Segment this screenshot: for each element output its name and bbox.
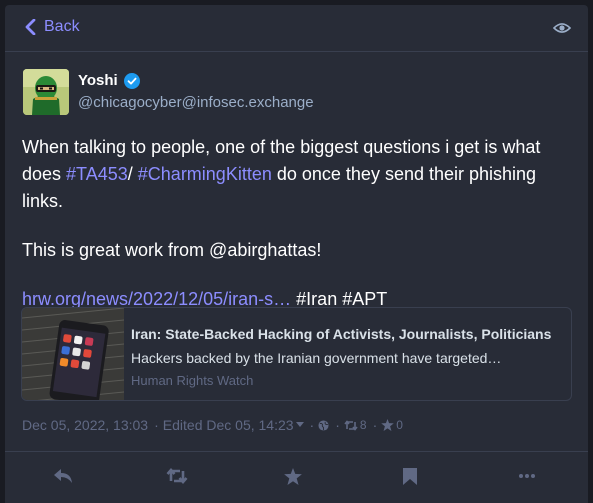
separator-dot: · <box>335 417 340 433</box>
avatar[interactable] <box>23 69 69 115</box>
card-title: Iran: State-Backed Hacking of Activists,… <box>131 326 552 342</box>
column-header: Back <box>5 5 588 51</box>
edited-label[interactable]: Edited Dec 05, 14:23 <box>163 417 294 433</box>
hashtag-link[interactable]: #Iran <box>296 289 337 309</box>
content-paragraph-2: This is great work from @abirghattas! <box>22 237 577 264</box>
text: This is great work from <box>22 240 210 260</box>
hashtag-link[interactable]: #CharmingKitten <box>138 164 272 184</box>
text: / <box>127 164 138 184</box>
status-panel: Back Yoshi @chicagocyber@infosec.exchang… <box>5 5 588 503</box>
separator-dot: · <box>309 417 315 433</box>
link-preview-card[interactable]: Iran: State-Backed Hacking of Activists,… <box>21 307 572 401</box>
card-description: Hackers backed by the Iranian government… <box>131 350 502 366</box>
bookmark-icon[interactable] <box>403 468 417 485</box>
author-name-row[interactable]: Yoshi <box>78 72 140 89</box>
separator-dot: · <box>154 417 159 433</box>
status-date[interactable]: Dec 05, 2022, 13:03 <box>22 417 148 433</box>
boost-count: 8 <box>359 418 367 432</box>
back-button[interactable]: Back <box>25 18 80 36</box>
eye-icon[interactable] <box>553 22 571 34</box>
status-content: When talking to people, one of the bigge… <box>22 134 577 335</box>
favourite-count: 0 <box>396 418 403 432</box>
card-body: Iran: State-Backed Hacking of Activists,… <box>131 326 561 388</box>
hashtag-link[interactable]: #APT <box>342 289 387 309</box>
display-name[interactable]: Yoshi <box>78 72 118 89</box>
card-provider: Human Rights Watch <box>131 373 254 388</box>
boost-icon <box>344 419 358 431</box>
globe-icon <box>318 419 329 431</box>
hashtag-link[interactable]: #TA453 <box>66 164 128 184</box>
external-link[interactable]: hrw.org/news/2022/12/05/iran-s… <box>22 289 291 309</box>
author-handle[interactable]: @chicagocyber@infosec.exchange <box>78 94 314 111</box>
header-divider <box>5 51 588 52</box>
status-meta: Dec 05, 2022, 13:03 · Edited Dec 05, 14:… <box>22 417 405 433</box>
caret-down-icon[interactable] <box>295 422 304 428</box>
verified-badge-icon <box>123 72 140 89</box>
star-icon <box>381 419 395 431</box>
back-label: Back <box>44 18 80 35</box>
text: ! <box>316 240 322 260</box>
more-icon[interactable] <box>519 474 535 478</box>
content-paragraph-1: When talking to people, one of the bigge… <box>22 134 577 215</box>
card-thumbnail-image <box>22 308 124 400</box>
favourite-icon[interactable] <box>284 468 302 485</box>
action-bar <box>5 451 588 503</box>
boost-icon[interactable] <box>166 468 188 484</box>
chevron-left-icon <box>25 19 36 35</box>
mention-link[interactable]: @abirghattas <box>209 240 316 260</box>
ninja-avatar-image <box>23 69 69 115</box>
separator-dot: · <box>372 417 378 433</box>
reply-icon[interactable] <box>53 468 73 484</box>
